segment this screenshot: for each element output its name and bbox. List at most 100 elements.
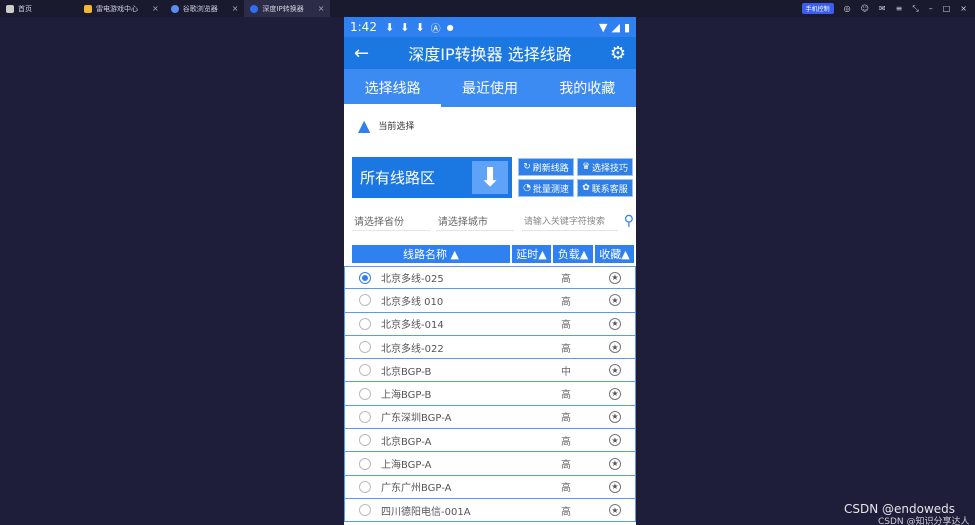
emulator-tab-game-center[interactable]: 雷电游戏中心 ×: [78, 0, 165, 17]
table-row[interactable]: 北京多线-025 高 ★: [344, 266, 636, 290]
contact-support-button[interactable]: ✿ 联系客服: [577, 179, 633, 197]
radio-button[interactable]: [359, 271, 371, 284]
radio-button[interactable]: [359, 294, 371, 307]
radio-button[interactable]: [359, 457, 371, 470]
arrow-down-icon[interactable]: ⬇: [472, 161, 508, 194]
tab-select-line[interactable]: 选择线路: [344, 69, 442, 107]
province-select[interactable]: 请选择省份: [352, 211, 430, 231]
star-icon[interactable]: ★: [609, 457, 621, 470]
a-icon: Ⓐ: [430, 23, 441, 35]
radio-button[interactable]: [359, 434, 371, 447]
phone-control-button[interactable]: 手机控制: [801, 3, 834, 14]
close-icon[interactable]: ×: [232, 4, 239, 13]
close-icon[interactable]: ×: [152, 4, 159, 13]
user-icon[interactable]: ☺: [861, 4, 869, 13]
table-row[interactable]: 上海BGP-A 高 ★: [344, 452, 636, 476]
app-bar: ← 深度IP转换器 选择线路 ⚙: [344, 37, 636, 69]
region-label: 所有线路区: [360, 169, 436, 187]
line-name: 北京多线-022: [381, 343, 444, 355]
radio-button[interactable]: [359, 504, 371, 517]
star-icon[interactable]: ★: [609, 434, 621, 447]
download-icon: ⬇: [415, 20, 425, 34]
search-icon[interactable]: ⚲: [624, 213, 634, 229]
mail-icon[interactable]: ✉: [879, 4, 886, 13]
dot-icon: ●: [446, 22, 454, 32]
line-name: 上海BGP-A: [381, 460, 432, 472]
browser-icon: [170, 4, 179, 13]
table-row[interactable]: 上海BGP-B 高 ★: [344, 382, 636, 406]
back-arrow-icon[interactable]: ←: [354, 43, 380, 64]
gear-icon[interactable]: ⚙: [600, 43, 626, 64]
shrink-icon[interactable]: ⤡: [912, 4, 918, 14]
line-name: 广东广州BGP-A: [381, 483, 452, 495]
line-load: 高: [561, 413, 571, 425]
selection-tips-button[interactable]: ♛ 选择技巧: [577, 158, 633, 176]
radio-button[interactable]: [359, 341, 371, 354]
tab-favorites[interactable]: 我的收藏: [539, 69, 636, 107]
close-icon[interactable]: ×: [318, 4, 325, 13]
menu-icon[interactable]: ≡: [896, 4, 903, 13]
tab-bar: 选择线路 最近使用 我的收藏: [344, 69, 636, 107]
table-row[interactable]: 北京BGP-B 中 ★: [344, 359, 636, 383]
refresh-lines-button[interactable]: ↻ 刷新线路: [518, 158, 574, 176]
filter-bar: 请选择省份 请选择城市 请输入关键字符搜索 ⚲: [352, 210, 634, 232]
contact-support-label: 联系客服: [591, 184, 628, 195]
star-icon[interactable]: ★: [609, 504, 621, 517]
watermark-secondary: CSDN @知识分享达人: [878, 517, 970, 525]
col-line-name[interactable]: 线路名称 ▲: [352, 245, 510, 263]
wifi-icon: ▼: [599, 20, 608, 34]
table-row[interactable]: 北京多线-022 高 ★: [344, 335, 636, 360]
star-icon[interactable]: ★: [609, 271, 621, 284]
emulator-tab-ip-converter[interactable]: 深度IP转换器 ×: [244, 0, 331, 17]
close-window-icon[interactable]: ×: [960, 4, 967, 13]
col-load[interactable]: 负载▲: [553, 245, 593, 263]
emulator-tab-bar: 首页 雷电游戏中心 × 谷歌浏览器 × 深度IP转换器 × 手机控制 ◎ ☺ ✉…: [0, 0, 975, 17]
table-row[interactable]: 四川德阳电信-001A 高 ★: [344, 498, 636, 523]
radio-button[interactable]: [359, 410, 371, 423]
star-icon[interactable]: ★: [609, 294, 621, 307]
radio-button[interactable]: [359, 387, 371, 400]
radio-button[interactable]: [359, 317, 371, 330]
line-name: 广东深圳BGP-A: [381, 413, 452, 425]
current-selection: ▲ 当前选择: [344, 107, 636, 143]
line-name: 北京多线-025: [381, 274, 444, 286]
emulator-tab-browser[interactable]: 谷歌浏览器 ×: [165, 0, 245, 17]
page-title: 深度IP转换器 选择线路: [408, 45, 572, 64]
selection-tips-label: 选择技巧: [592, 163, 629, 174]
battery-icon: ▮: [623, 20, 630, 34]
radio-button[interactable]: [359, 480, 371, 493]
line-name: 北京多线 010: [381, 296, 444, 308]
keyword-search-input[interactable]: 请输入关键字符搜索: [521, 211, 618, 231]
line-load: 高: [561, 320, 571, 332]
table-row[interactable]: 广东广州BGP-A 高 ★: [344, 475, 636, 499]
col-latency[interactable]: 延时▲: [512, 245, 551, 263]
toolbar: 所有线路区 ⬇ ↻ 刷新线路 ♛ 选择技巧 ◔ 批量测速 ✿ 联系客服: [352, 157, 634, 199]
line-load: 中: [561, 366, 571, 378]
download-icon: ⬇: [400, 20, 410, 34]
minimize-icon[interactable]: –: [929, 4, 933, 13]
star-icon[interactable]: ★: [609, 387, 621, 400]
table-row[interactable]: 北京BGP-A 高 ★: [344, 429, 636, 453]
maximize-icon[interactable]: □: [943, 4, 951, 13]
batch-speed-test-button[interactable]: ◔ 批量测速: [518, 179, 574, 197]
table-row[interactable]: 广东深圳BGP-A 高 ★: [344, 405, 636, 430]
table-row[interactable]: 北京多线 010 高 ★: [344, 289, 636, 313]
star-icon[interactable]: ★: [609, 480, 621, 493]
star-icon[interactable]: ★: [609, 410, 621, 423]
table-row[interactable]: 北京多线-014 高 ★: [344, 312, 636, 336]
emulator-tab-label: 首页: [18, 4, 32, 13]
line-load: 高: [561, 460, 571, 472]
gamepad-icon[interactable]: ◎: [844, 4, 851, 13]
emulator-tab-label: 谷歌浏览器: [182, 4, 218, 13]
radio-button[interactable]: [359, 364, 371, 377]
emulator-tab-home[interactable]: 首页: [0, 0, 38, 17]
city-select[interactable]: 请选择城市: [435, 211, 514, 231]
star-icon[interactable]: ★: [609, 364, 621, 377]
line-list: 北京多线-025 高 ★ 北京多线 010 高 ★ 北京多线-014 高 ★ 北京多线-022 高 ★…: [344, 266, 636, 523]
star-icon[interactable]: ★: [609, 317, 621, 330]
tab-recent[interactable]: 最近使用: [441, 69, 538, 107]
line-load: 高: [561, 436, 571, 448]
star-icon[interactable]: ★: [609, 341, 621, 354]
col-favorite[interactable]: 收藏▲: [595, 245, 634, 263]
region-selector[interactable]: 所有线路区 ⬇: [352, 157, 512, 198]
